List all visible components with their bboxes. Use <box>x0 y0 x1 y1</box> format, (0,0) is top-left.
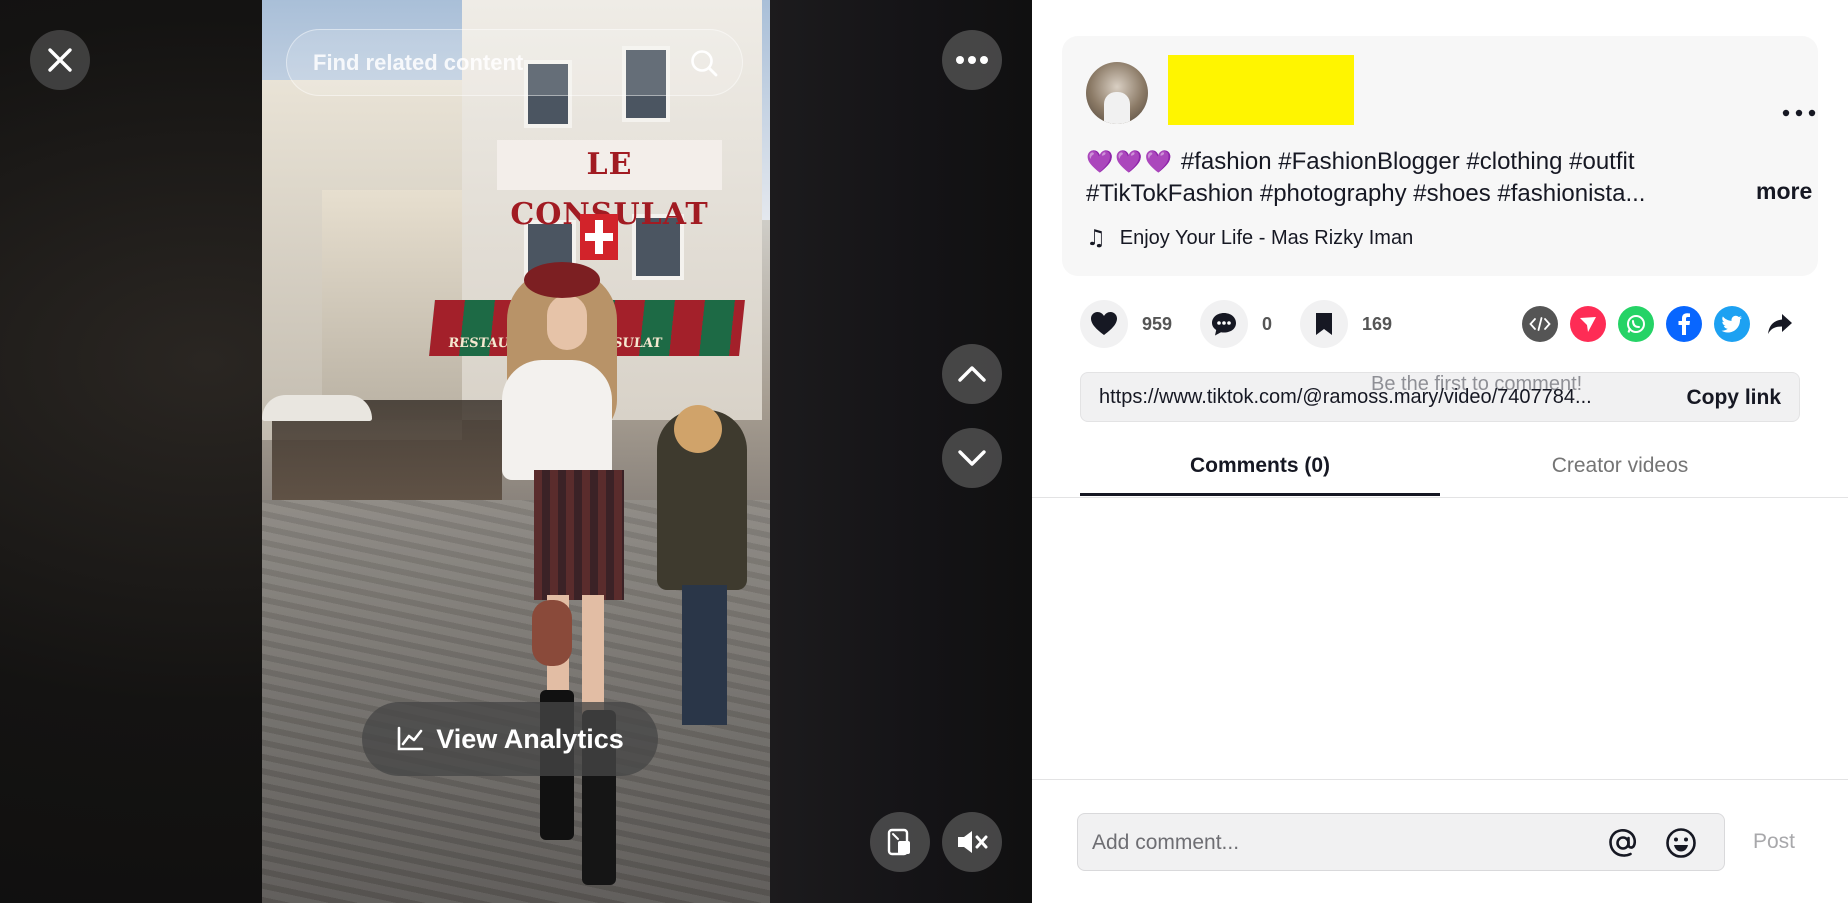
video-more-button[interactable] <box>942 30 1002 90</box>
more-icon <box>956 56 988 64</box>
video-stage: LE CONSULAT RESTAURANT LE CONSULAT <box>0 0 1032 903</box>
view-analytics-button[interactable]: View Analytics <box>362 702 658 776</box>
music-link[interactable]: ♫ Enjoy Your Life - Mas Rizky Iman <box>1086 226 1413 251</box>
caption-more-link[interactable]: more <box>1756 178 1812 205</box>
favorite-count: 169 <box>1362 313 1393 334</box>
video-child-legs <box>682 585 727 725</box>
more-icon <box>1782 109 1816 117</box>
video-woman-bag <box>532 600 572 666</box>
comment-count: 0 <box>1262 313 1273 334</box>
copy-link-button[interactable]: Copy link <box>1686 386 1781 410</box>
close-icon <box>48 48 72 72</box>
chevron-down-icon <box>958 450 986 466</box>
twitter-icon <box>1721 315 1742 333</box>
video-flag <box>580 214 618 260</box>
send-icon <box>1580 317 1596 332</box>
chevron-up-icon <box>958 366 986 382</box>
analytics-chart-icon <box>397 726 424 751</box>
bookmark-icon <box>1300 300 1348 348</box>
pip-icon <box>887 828 910 856</box>
heart-icon <box>1080 300 1128 348</box>
video-cafe-sign: LE CONSULAT <box>497 140 722 232</box>
video-umbrella <box>262 395 372 421</box>
redaction-box <box>1168 55 1354 125</box>
tab-comments[interactable]: Comments (0) <box>1080 454 1440 478</box>
send-to-friends-button[interactable] <box>1570 306 1606 342</box>
floating-player-button[interactable] <box>870 812 930 872</box>
like-button[interactable]: 959 <box>1080 300 1172 348</box>
previous-video-button[interactable] <box>942 344 1002 404</box>
search-bar[interactable] <box>286 29 743 96</box>
share-link-bar: https://www.tiktok.com/@ramoss.mary/vide… <box>1080 372 1800 422</box>
comment-box[interactable] <box>1077 813 1725 872</box>
whatsapp-icon <box>1627 315 1645 333</box>
emoji-icon[interactable] <box>1664 826 1698 865</box>
mention-icon[interactable] <box>1606 826 1640 865</box>
like-count: 959 <box>1142 313 1173 334</box>
mute-button[interactable] <box>942 812 1002 872</box>
share-arrow-icon <box>1768 314 1792 334</box>
facebook-icon <box>1678 313 1690 335</box>
comment-composer: Post <box>1032 779 1848 904</box>
post-caption: 💜💜💜 #fashion #FashionBlogger #clothing #… <box>1086 146 1686 209</box>
video-child-head <box>674 405 722 453</box>
video-woman-skirt <box>534 470 624 600</box>
music-note-icon: ♫ <box>1086 226 1106 251</box>
comment-icon <box>1200 300 1248 348</box>
avatar[interactable] <box>1086 62 1148 124</box>
search-input[interactable] <box>311 48 688 77</box>
video-woman-face <box>547 295 587 350</box>
comment-tabs: Comments (0) Creator videos <box>1032 440 1848 498</box>
favorite-button[interactable]: 169 <box>1300 300 1392 348</box>
details-panel: I I 💜💜💜 #fashion #FashionBlogger #clothi… <box>1032 0 1848 903</box>
post-more-button[interactable] <box>1782 104 1816 122</box>
twitter-share-button[interactable] <box>1714 306 1750 342</box>
video-woman-beret <box>524 262 600 298</box>
tab-creator-videos[interactable]: Creator videos <box>1440 454 1800 478</box>
active-tab-indicator <box>1080 493 1440 496</box>
embed-icon <box>1529 317 1551 331</box>
view-analytics-label: View Analytics <box>436 723 624 754</box>
comment-input[interactable] <box>1090 814 1584 872</box>
share-button[interactable] <box>1762 306 1798 342</box>
close-button[interactable] <box>30 30 90 90</box>
facebook-share-button[interactable] <box>1666 306 1702 342</box>
empty-comments-hint: Be the first to comment! <box>1371 373 1583 395</box>
mute-icon <box>958 831 988 853</box>
music-title: Enjoy Your Life - Mas Rizky Iman <box>1119 227 1414 249</box>
video-woman-leg <box>582 595 604 715</box>
whatsapp-share-button[interactable] <box>1618 306 1654 342</box>
search-icon[interactable] <box>688 47 720 79</box>
video-woman-top <box>502 360 612 480</box>
caption-hearts: 💜💜💜 <box>1086 150 1175 175</box>
next-video-button[interactable] <box>942 428 1002 488</box>
embed-button[interactable] <box>1522 306 1558 342</box>
post-comment-button[interactable]: Post <box>1753 830 1795 854</box>
comment-button[interactable]: 0 <box>1200 300 1272 348</box>
